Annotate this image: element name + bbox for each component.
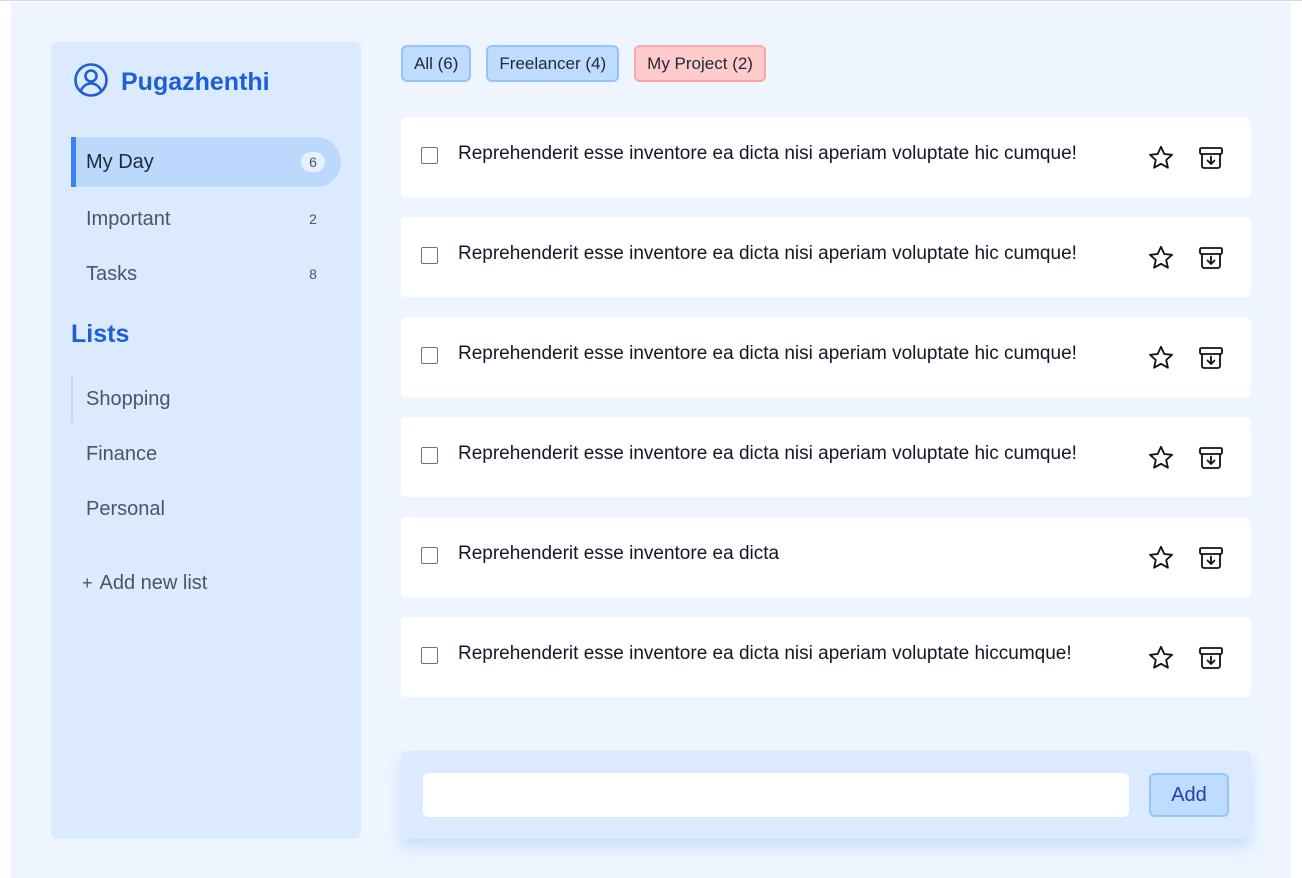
list-item-personal[interactable]: Personal [71,485,341,533]
nav-count: 2 [309,211,317,227]
lists-heading: Lists [71,320,130,348]
task-text: Reprehenderit esse inventore ea dicta ni… [458,143,1077,164]
star-icon[interactable] [1147,244,1175,272]
filter-my-project[interactable]: My Project (2) [634,45,766,82]
archive-icon[interactable] [1197,244,1225,272]
star-icon[interactable] [1147,644,1175,672]
window-top-border [0,0,1302,1]
nav-label: Important [86,207,171,230]
archive-icon[interactable] [1197,444,1225,472]
task-row: Reprehenderit esse inventore ea dicta ni… [401,317,1251,397]
task-checkbox[interactable] [421,247,438,264]
task-row: Reprehenderit esse inventore ea dicta ni… [401,117,1251,197]
task-text: Reprehenderit esse inventore ea dicta [458,543,780,564]
star-icon[interactable] [1147,444,1175,472]
task-checkbox[interactable] [421,147,438,164]
task-checkbox[interactable] [421,447,438,464]
star-icon[interactable] [1147,344,1175,372]
archive-icon[interactable] [1197,544,1225,572]
filter-freelancer[interactable]: Freelancer (4) [486,45,620,82]
new-task-input[interactable] [423,773,1129,817]
task-checkbox[interactable] [421,647,438,664]
nav-count: 8 [309,266,317,282]
task-text: Reprehenderit esse inventore ea dicta ni… [458,643,1072,664]
task-text: Reprehenderit esse inventore ea dicta ni… [458,343,1077,364]
plus-icon: + [82,572,93,593]
star-icon[interactable] [1147,144,1175,172]
filter-all[interactable]: All (6) [401,45,472,82]
task-checkbox[interactable] [421,347,438,364]
user-circle-icon [73,62,109,103]
user-profile[interactable]: Pugazhenthi [73,62,270,103]
archive-icon[interactable] [1197,644,1225,672]
list-item-shopping[interactable]: Shopping [71,375,341,423]
task-row: Reprehenderit esse inventore ea dicta ni… [401,417,1251,497]
add-task-bar: Add [401,751,1251,839]
task-row: Reprehenderit esse inventore ea dicta [401,517,1251,597]
nav-item-tasks[interactable]: Tasks 8 [71,249,341,299]
list-label: Finance [86,442,158,465]
user-name: Pugazhenthi [121,67,270,96]
nav-label: Tasks [86,262,138,285]
list-item-finance[interactable]: Finance [71,430,341,478]
task-checkbox[interactable] [421,547,438,564]
task-text: Reprehenderit esse inventore ea dicta ni… [458,243,1077,264]
sidebar: Pugazhenthi My Day 6 Important 2 Tasks 8… [51,42,361,839]
list-label: Shopping [86,387,171,410]
nav-count: 6 [301,152,325,172]
nav-label: My Day [86,150,154,173]
add-new-list-button[interactable]: + Add new list [82,568,207,598]
list-label: Personal [86,497,165,520]
task-row: Reprehenderit esse inventore ea dicta ni… [401,217,1251,297]
add-task-button[interactable]: Add [1149,773,1229,817]
task-row: Reprehenderit esse inventore ea dicta ni… [401,617,1251,697]
star-icon[interactable] [1147,544,1175,572]
nav-item-my-day[interactable]: My Day 6 [71,137,341,187]
add-new-list-label: Add new list [99,571,208,594]
task-text: Reprehenderit esse inventore ea dicta ni… [458,443,1077,464]
archive-icon[interactable] [1197,144,1225,172]
todo-app: Pugazhenthi My Day 6 Important 2 Tasks 8… [11,2,1291,878]
nav-item-important[interactable]: Important 2 [71,194,341,244]
archive-icon[interactable] [1197,344,1225,372]
filter-bar: All (6) Freelancer (4) My Project (2) [401,45,781,82]
